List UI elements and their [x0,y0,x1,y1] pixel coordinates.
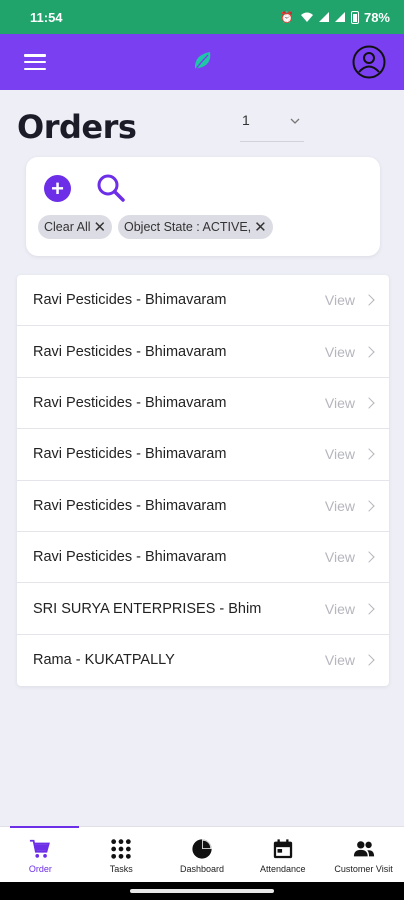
profile-icon[interactable] [352,45,386,79]
list-item[interactable]: Rama - KUKATPALLY View [17,635,389,686]
nav-label: Attendance [260,864,306,874]
list-item[interactable]: Ravi Pesticides - Bhimavaram View [17,481,389,532]
chip-label: Object State : ACTIVE, [124,220,252,234]
nav-item-attendance[interactable]: Attendance [242,827,323,882]
menu-icon[interactable] [24,54,46,70]
page-select-value: 1 [242,112,250,128]
close-icon[interactable]: ✕ [94,218,107,236]
status-time: 11:54 [30,9,63,25]
cart-icon [30,839,51,858]
battery-icon [350,10,359,24]
page-title: Orders [17,108,137,146]
view-link[interactable]: View [325,344,355,360]
order-name: Ravi Pesticides - Bhimavaram [33,394,227,411]
chevron-right-icon [363,294,375,306]
view-link[interactable]: View [325,601,355,617]
order-name: Ravi Pesticides - Bhimavaram [33,343,227,360]
chevron-right-icon [363,500,375,512]
order-name: Ravi Pesticides - Bhimavaram [33,549,227,566]
view-link[interactable]: View [325,446,355,462]
signal-icon [318,12,329,22]
status-icons: ⏰ 78% [280,10,390,25]
chevron-right-icon [363,602,375,615]
chevron-right-icon [363,654,375,667]
chip-label: Clear All [44,220,91,234]
order-name: Ravi Pesticides - Bhimavaram [33,446,227,463]
close-icon[interactable]: ✕ [254,218,267,236]
filter-card: + Clear All ✕ Object State : ACTIVE, ✕ [26,157,380,256]
app-bar [0,34,404,90]
chevron-right-icon [363,448,375,461]
battery-level: 78% [363,9,390,25]
list-item[interactable]: Ravi Pesticides - Bhimavaram View [17,275,389,327]
order-name: Ravi Pesticides - Bhimavaram [33,292,227,309]
leaf-logo-icon [194,52,211,71]
order-name: Rama - KUKATPALLY [33,652,175,669]
chevron-right-icon [363,397,375,409]
view-link[interactable]: View [325,292,355,308]
pie-chart-icon [192,839,212,859]
nav-label: Customer Visit [334,864,393,874]
chevron-right-icon [363,345,375,358]
list-item[interactable]: SRI SURYA ENTERPRISES - Bhim View [17,583,389,635]
calendar-icon [273,839,292,859]
order-list: Ravi Pesticides - Bhimavaram View Ravi P… [17,275,389,687]
nav-item-customer-visit[interactable]: Customer Visit [323,827,404,882]
view-link[interactable]: View [325,549,355,565]
list-item[interactable]: Ravi Pesticides - Bhimavaram View [17,326,389,378]
order-name: SRI SURYA ENTERPRISES - Bhim [33,600,262,617]
signal-icon [334,12,345,22]
list-item[interactable]: Ravi Pesticides - Bhimavaram View [17,429,389,481]
view-link[interactable]: View [325,395,355,411]
nav-label: Tasks [109,864,133,874]
nav-item-order[interactable]: Order [0,826,81,882]
chevron-right-icon [363,551,375,563]
people-icon [353,841,374,857]
list-item[interactable]: Ravi Pesticides - Bhimavaram View [17,378,389,430]
grid-icon [111,839,131,859]
clear-all-chip[interactable]: Clear All ✕ [38,215,113,239]
nav-item-dashboard[interactable]: Dashboard [162,827,243,882]
order-name: Ravi Pesticides - Bhimavaram [33,497,227,514]
nav-item-tasks[interactable]: Tasks [81,827,162,882]
view-link[interactable]: View [325,652,355,668]
object-state-chip[interactable]: Object State : ACTIVE, ✕ [118,215,273,239]
list-item[interactable]: Ravi Pesticides - Bhimavaram View [17,532,389,584]
view-link[interactable]: View [325,498,355,514]
nav-label: Dashboard [179,864,224,874]
bottom-nav: Order Tasks Dashboard Attendance Custome… [0,826,404,882]
wifi-icon [300,12,313,22]
chevron-down-icon [290,118,300,124]
alarm-icon: ⏰ [280,11,295,24]
system-gesture-area [0,882,404,900]
status-bar: 11:54 ⏰ 78% [0,0,404,34]
gesture-handle[interactable] [130,889,274,893]
search-icon[interactable] [96,173,126,203]
add-order-button[interactable]: + [44,175,71,202]
page-select[interactable]: 1 [240,108,304,142]
nav-label: Order [28,864,52,874]
